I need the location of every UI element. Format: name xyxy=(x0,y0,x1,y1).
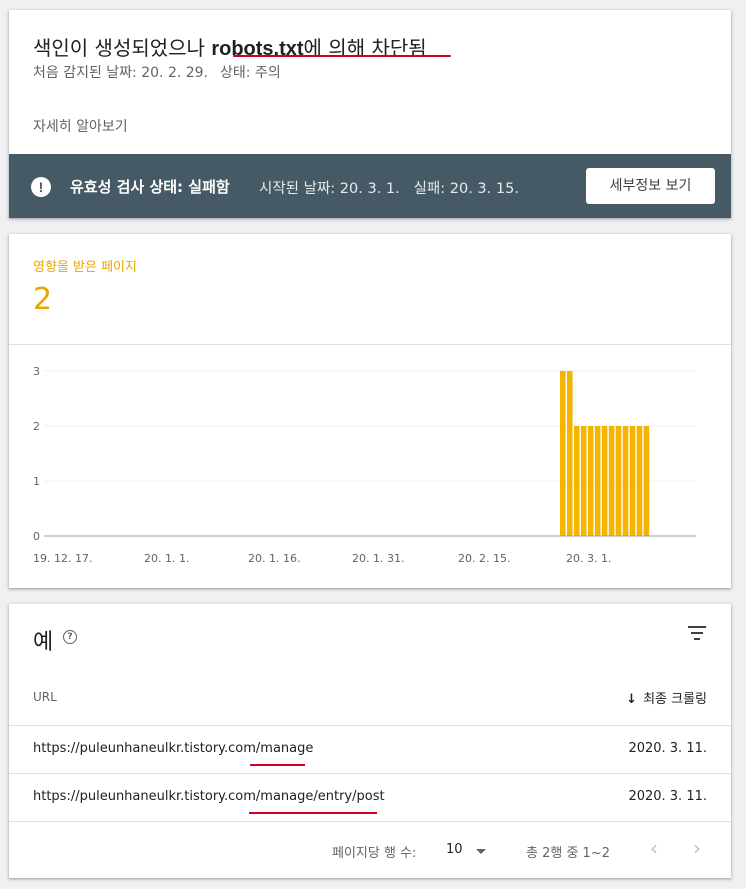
column-header-url: URL xyxy=(33,690,57,704)
row-date: 2020. 3. 11. xyxy=(628,789,707,804)
affected-pages-label: 영향을 받은 페이지 xyxy=(33,260,137,275)
validation-status-bar: ! 유효성 검사 상태: 실패함 시작된 날짜: 20. 3. 1. 실패: 2… xyxy=(9,154,731,218)
alert-icon: ! xyxy=(31,177,51,197)
annotation-underline xyxy=(250,764,305,766)
next-page-icon[interactable]: › xyxy=(693,836,701,860)
issue-header-card: 색인이 생성되었으나 robots.txt에 의해 차단됨 처음 감지된 날짜:… xyxy=(9,10,731,218)
chart-bar xyxy=(566,371,573,536)
y-tick-label: 0 xyxy=(33,530,40,543)
column-header-last-crawl[interactable]: ↓ 최종 크롤링 xyxy=(626,688,707,707)
last-crawl-label: 최종 크롤링 xyxy=(643,692,707,707)
chart-bar xyxy=(622,426,629,536)
chart-bar xyxy=(573,426,580,536)
y-tick-label: 1 xyxy=(33,475,40,488)
title-prefix: 색인이 생성되었으나 xyxy=(33,36,212,60)
chart-bar xyxy=(615,426,622,536)
validation-dates: 시작된 날짜: 20. 3. 1. 실패: 20. 3. 15. xyxy=(259,177,519,198)
rows-per-page-select[interactable]: 10 xyxy=(446,842,463,857)
row-url: https://puleunhaneulkr.tistory.com/manag… xyxy=(33,789,385,804)
issue-meta: 처음 감지된 날짜: 20. 2. 29. 상태: 주의 xyxy=(33,62,281,82)
chart-bar xyxy=(594,426,601,536)
affected-pages-card: 영향을 받은 페이지 2 0 1 2 3 19. 12. 17. 20. 1. 1. 20.… xyxy=(9,234,731,588)
x-tick-label: 19. 12. 17. xyxy=(33,552,92,565)
help-icon[interactable]: ? xyxy=(63,630,77,644)
row-url: https://puleunhaneulkr.tistory.com/manag… xyxy=(33,741,314,756)
validation-failed: 실패: 20. 3. 15. xyxy=(413,181,519,197)
issue-status: 상태: 주의 xyxy=(220,65,281,81)
see-details-button[interactable]: 세부정보 보기 xyxy=(586,168,715,204)
chart-bar xyxy=(643,426,650,536)
previous-page-icon[interactable]: ‹ xyxy=(650,836,658,860)
chart-bar xyxy=(636,426,643,536)
validation-started: 시작된 날짜: 20. 3. 1. xyxy=(259,181,400,197)
chevron-down-icon[interactable] xyxy=(476,849,486,854)
first-detected: 처음 감지된 날짜: 20. 2. 29. xyxy=(33,65,209,81)
chart-bar xyxy=(608,426,615,536)
x-tick-label: 20. 1. 31. xyxy=(352,552,404,565)
annotation-underline xyxy=(249,812,377,814)
chart-bar xyxy=(629,426,636,536)
validation-status: 유효성 검사 상태: 실패함 xyxy=(70,178,230,196)
chart-bar xyxy=(587,426,594,536)
rows-per-page-label: 페이지당 행 수: xyxy=(332,846,417,861)
examples-title: 예 xyxy=(33,630,54,655)
x-tick-label: 20. 2. 15. xyxy=(458,552,510,565)
pagination: 페이지당 행 수: 10 총 2행 중 1~2 ‹ › xyxy=(9,820,731,878)
table-row[interactable]: https://puleunhaneulkr.tistory.com/manag… xyxy=(9,725,731,773)
sort-down-icon: ↓ xyxy=(626,692,638,707)
y-tick-label: 3 xyxy=(33,365,40,378)
x-tick-label: 20. 3. 1. xyxy=(566,552,611,565)
row-date: 2020. 3. 11. xyxy=(628,741,707,756)
chart-bar xyxy=(559,371,566,536)
y-tick-label: 2 xyxy=(33,420,40,433)
chart-bar xyxy=(601,426,608,536)
filter-icon[interactable] xyxy=(687,626,707,642)
examples-card: 예 ? URL ↓ 최종 크롤링 https://puleunhaneulkr.t… xyxy=(9,604,731,878)
affected-pages-count: 2 xyxy=(33,282,53,317)
annotation-underline xyxy=(233,55,451,57)
pagination-range: 총 2행 중 1~2 xyxy=(526,846,610,861)
x-tick-label: 20. 1. 16. xyxy=(248,552,300,565)
chart-bar xyxy=(580,426,587,536)
x-tick-label: 20. 1. 1. xyxy=(144,552,189,565)
learn-more-link[interactable]: 자세히 알아보기 xyxy=(33,116,128,136)
affected-pages-chart: 0 1 2 3 19. 12. 17. 20. 1. 1. 20. 1. 16. 20. 1.… xyxy=(33,365,696,565)
